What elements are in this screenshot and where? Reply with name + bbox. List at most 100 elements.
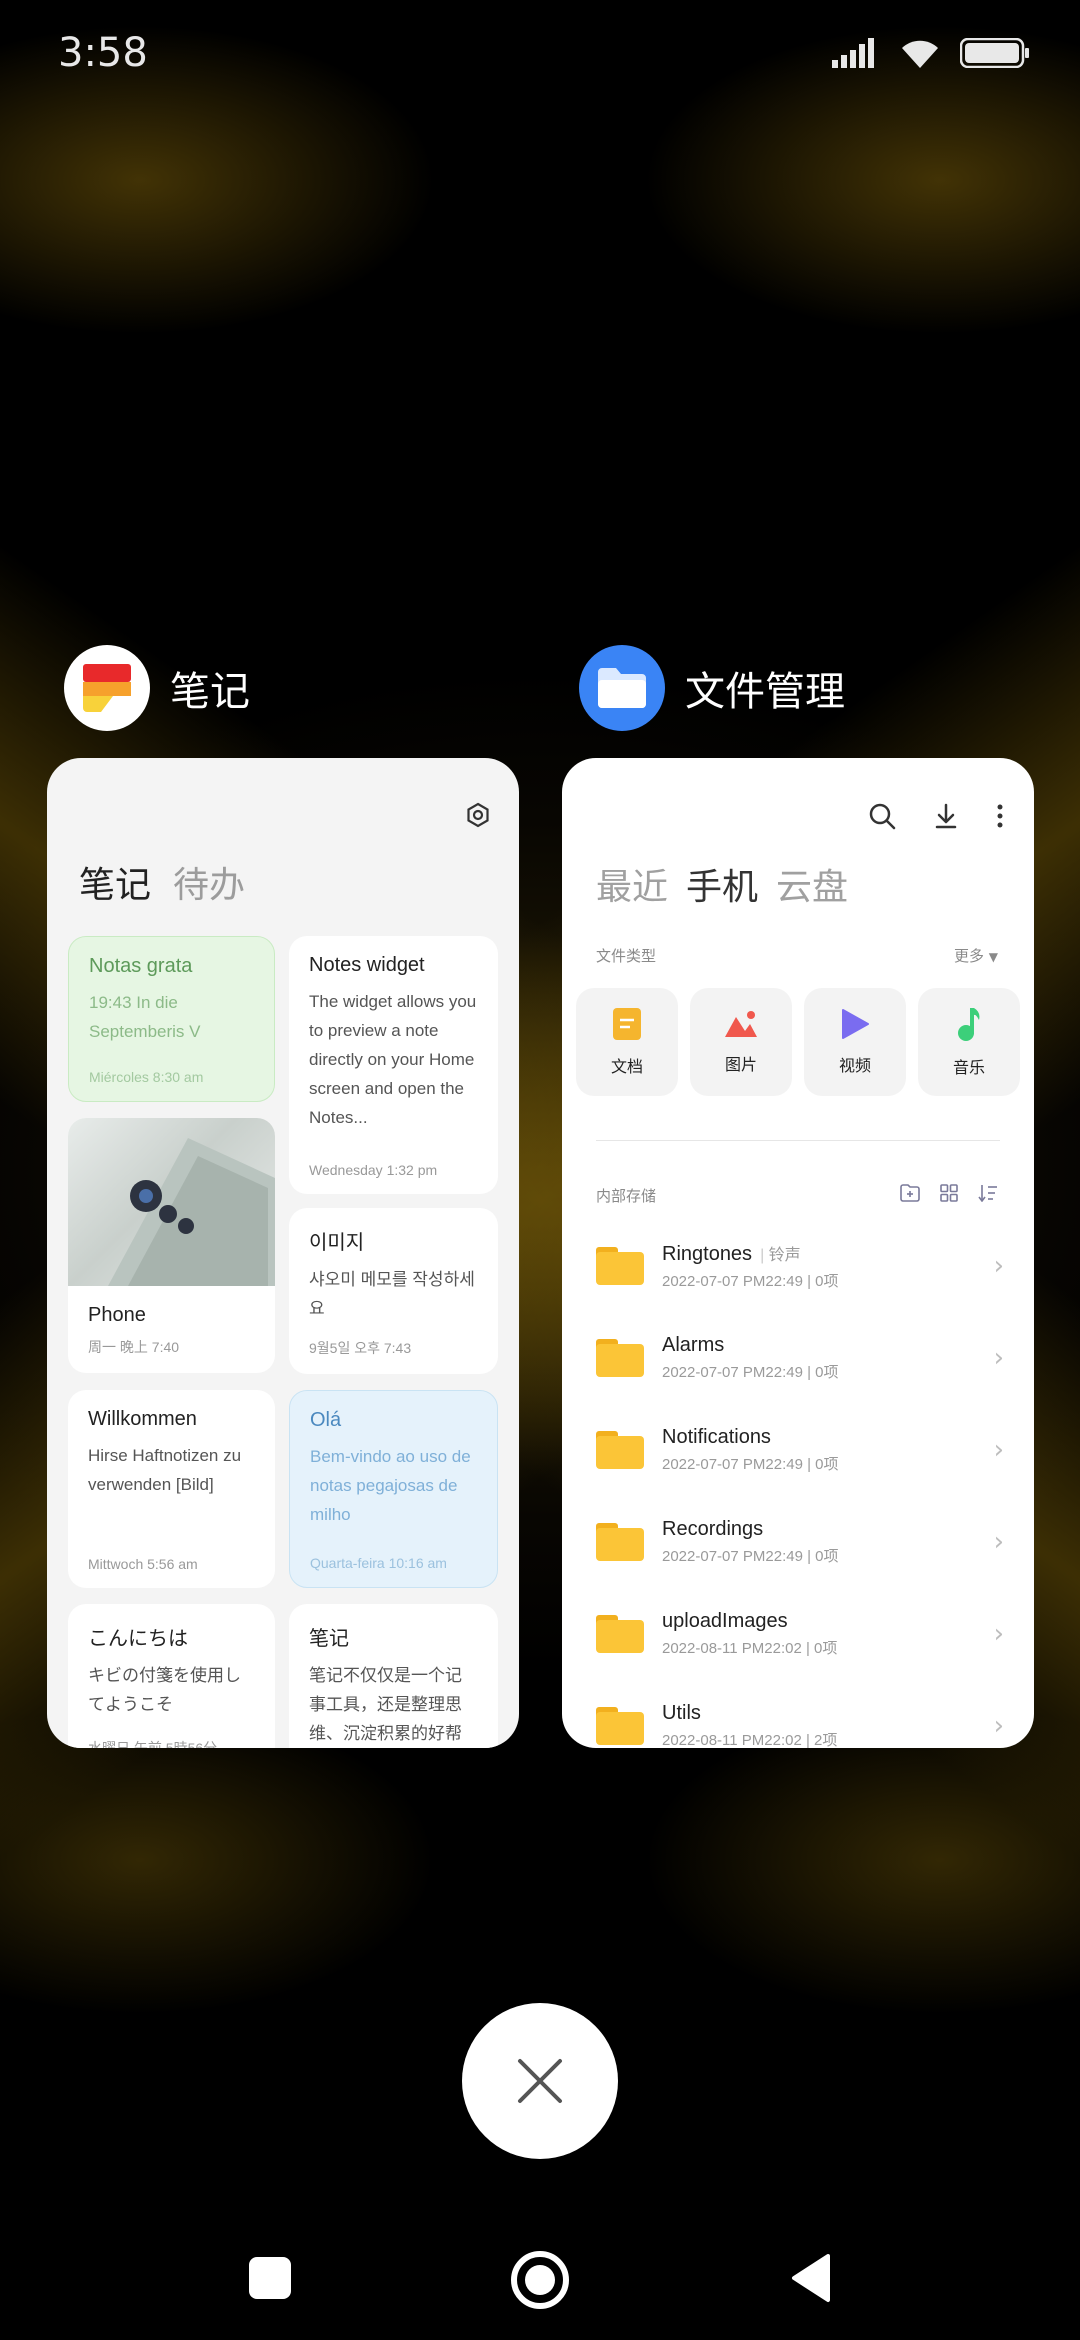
- category-label: 文档: [610, 1057, 643, 1076]
- tab-todo[interactable]: 待办: [173, 856, 245, 908]
- document-icon: [613, 1008, 641, 1040]
- category-music[interactable]: 音乐: [918, 988, 1020, 1096]
- recents-icon[interactable]: [248, 2256, 292, 2300]
- file-categories: 文档 图片 视频 音乐: [576, 988, 1020, 1096]
- folder-logo-icon: [598, 668, 646, 708]
- more-button[interactable]: 更多 ▼: [954, 945, 998, 966]
- settings-icon[interactable]: [465, 802, 491, 832]
- note-body: キビの付箋を使用してようこそ: [88, 1666, 241, 1714]
- note-card[interactable]: 笔记 笔记不仅仅是一个记事工具，还是整理思维、沉淀积累的好帮手。我: [289, 1604, 498, 1748]
- files-tabs: 最近 手机 云盘: [596, 858, 848, 910]
- note-card[interactable]: Phone 周一 晚上 7:40: [68, 1118, 275, 1373]
- note-card[interactable]: Notes widget The widget allows you to pr…: [289, 936, 498, 1194]
- notes-app-icon: [64, 645, 150, 731]
- note-date: Miércoles 8:30 am: [89, 1069, 204, 1085]
- notes-logo-icon: [83, 664, 131, 712]
- note-date: 周一 晚上 7:40: [88, 1339, 180, 1355]
- note-date: Quarta-feira 10:16 am: [310, 1555, 447, 1571]
- folder-name: Ringtones: [662, 1243, 753, 1265]
- folder-icon: [596, 1431, 644, 1469]
- notes-app-card[interactable]: 笔记 待办 Notas grata 19:43 In die September…: [47, 758, 519, 1748]
- more-label: 更多: [953, 947, 984, 965]
- folder-row[interactable]: Recordings 2022-07-07 PM22:49 | 0项 ›: [596, 1496, 1004, 1588]
- folder-icon: [596, 1339, 644, 1377]
- folder-meta: 2022-07-07 PM22:49 | 0项: [662, 1456, 839, 1473]
- folder-name: Notifications: [662, 1426, 771, 1448]
- category-images[interactable]: 图片: [690, 988, 792, 1096]
- category-label: 视频: [838, 1056, 871, 1075]
- files-app-icon: [579, 645, 665, 731]
- music-icon: [958, 1008, 980, 1041]
- more-options-icon[interactable]: [996, 802, 1004, 830]
- sort-icon[interactable]: [978, 1184, 998, 1202]
- folder-tag: 铃声: [768, 1247, 801, 1264]
- folder-name: Utils: [662, 1702, 701, 1724]
- note-date: Wednesday 1:32 pm: [309, 1162, 438, 1178]
- caret-down-icon: ▼: [988, 950, 998, 964]
- files-app-card[interactable]: 最近 手机 云盘 文件类型 更多 ▼ 文档 图片 视频 音乐 内部存储 Ring…: [562, 758, 1034, 1748]
- download-icon[interactable]: [934, 802, 958, 830]
- divider: [596, 1140, 1000, 1141]
- files-toolbar: [868, 802, 1004, 830]
- wifi-icon: [902, 40, 938, 68]
- folder-row[interactable]: Alarms 2022-07-07 PM22:49 | 0项 ›: [596, 1312, 1004, 1404]
- note-date: Mittwoch 5:56 am: [88, 1556, 198, 1572]
- folder-name: Alarms: [662, 1334, 725, 1356]
- note-body: The widget allows you to preview a note …: [309, 992, 477, 1127]
- folder-meta: 2022-08-11 PM22:02 | 0项: [662, 1640, 838, 1657]
- folder-meta: 2022-07-07 PM22:49 | 0项: [662, 1364, 839, 1381]
- note-title: Phone: [88, 1304, 146, 1326]
- note-title: Olá: [310, 1409, 342, 1431]
- folder-row[interactable]: Notifications 2022-07-07 PM22:49 | 0项 ›: [596, 1404, 1004, 1496]
- back-icon[interactable]: [788, 2252, 832, 2304]
- note-body: Hirse Haftnotizen zu verwenden [Bild]: [88, 1446, 242, 1494]
- battery-icon: [960, 38, 1029, 68]
- file-types-label: 文件类型: [596, 947, 657, 965]
- navigation-bar: [0, 2250, 1080, 2310]
- search-icon[interactable]: [868, 802, 896, 830]
- files-app-header[interactable]: 文件管理: [579, 645, 845, 731]
- category-videos[interactable]: 视频: [804, 988, 906, 1096]
- clear-all-button[interactable]: [462, 2003, 618, 2159]
- folder-icon: [596, 1247, 644, 1285]
- folder-icon: [596, 1523, 644, 1561]
- tab-cloud[interactable]: 云盘: [776, 858, 848, 910]
- note-card[interactable]: Notas grata 19:43 In die Septemberis V M…: [68, 936, 275, 1102]
- home-icon[interactable]: [510, 2250, 570, 2310]
- grid-view-icon[interactable]: [940, 1184, 958, 1202]
- new-folder-icon[interactable]: [900, 1184, 920, 1202]
- folder-meta: 2022-07-07 PM22:49 | 0项: [662, 1273, 839, 1290]
- note-card[interactable]: Willkommen Hirse Haftnotizen zu verwende…: [68, 1390, 275, 1588]
- note-body: 19:43 In die Septemberis V: [89, 993, 201, 1041]
- chevron-right-icon: ›: [993, 1527, 1004, 1557]
- close-icon: [518, 2059, 562, 2103]
- storage-toolbar: [900, 1184, 998, 1202]
- status-time: 3:58: [58, 30, 148, 76]
- folder-row[interactable]: uploadImages 2022-08-11 PM22:02 | 0项 ›: [596, 1588, 1004, 1680]
- tab-recent[interactable]: 最近: [596, 858, 668, 910]
- note-body: 샤오미 메모를 작성하세요: [309, 1270, 475, 1318]
- image-icon: [725, 1011, 757, 1037]
- phone-image: [68, 1118, 275, 1286]
- folder-row[interactable]: Ringtones | 铃声 2022-07-07 PM22:49 | 0项 ›: [596, 1220, 1004, 1312]
- note-card[interactable]: こんにちは キビの付箋を使用してようこそ 水曜日 午前 5時56分: [68, 1604, 275, 1748]
- note-title: Willkommen: [88, 1408, 197, 1430]
- note-title: Notas grata: [89, 955, 193, 977]
- status-icons: [832, 36, 1030, 70]
- category-documents[interactable]: 文档: [576, 988, 678, 1096]
- chevron-right-icon: ›: [993, 1343, 1004, 1373]
- tab-notes[interactable]: 笔记: [79, 856, 151, 908]
- signal-icon: [832, 38, 874, 68]
- notes-app-header[interactable]: 笔记: [64, 645, 250, 731]
- chevron-right-icon: ›: [993, 1435, 1004, 1465]
- note-card[interactable]: 이미지 샤오미 메모를 작성하세요 9월5일 오후 7:43: [289, 1208, 498, 1374]
- category-label: 图片: [724, 1055, 757, 1074]
- chevron-right-icon: ›: [993, 1251, 1004, 1281]
- folder-name: Recordings: [662, 1518, 764, 1540]
- tab-phone[interactable]: 手机: [686, 858, 758, 910]
- note-card[interactable]: Olá Bem-vindo ao uso de notas pegajosas …: [289, 1390, 498, 1588]
- folder-row[interactable]: Utils 2022-08-11 PM22:02 | 2项 ›: [596, 1680, 1004, 1748]
- note-date: 水曜日 午前 5時56分: [88, 1740, 218, 1748]
- note-date: 9월5일 오후 7:43: [309, 1340, 412, 1356]
- note-title: 笔记: [309, 1628, 349, 1650]
